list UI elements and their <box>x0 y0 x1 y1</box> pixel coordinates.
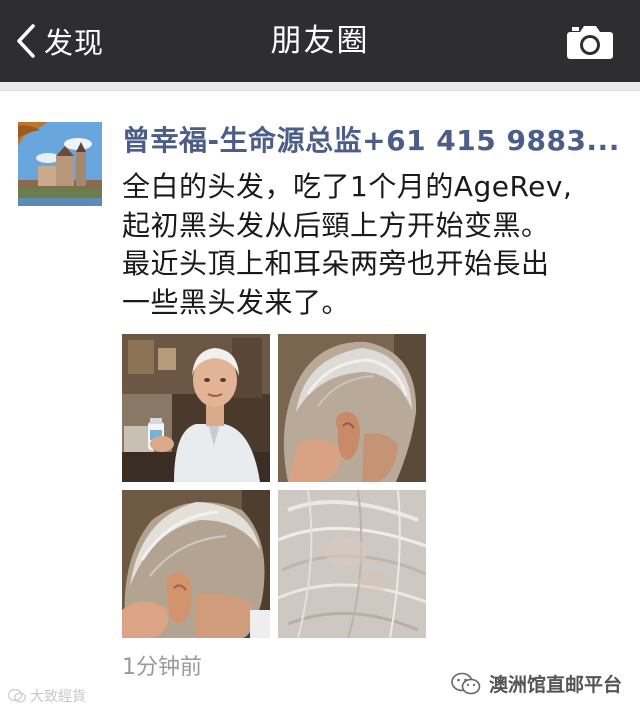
watermark-right-text: 澳洲馆直邮平台 <box>488 674 622 696</box>
post-photo-4[interactable] <box>278 490 426 638</box>
camera-icon <box>567 26 613 59</box>
wechat-icon <box>451 672 481 694</box>
page-title: 朋友圈 <box>270 23 370 59</box>
camera-button[interactable] <box>566 22 614 64</box>
watermark-right: 澳洲馆直邮平台 <box>451 670 622 697</box>
post-photo-1[interactable] <box>122 334 270 482</box>
navigation-bar: 发现 朋友圈 <box>0 0 640 82</box>
post-text: 全白的头发，吃了1个月的AgeRev, 起初黑头发从后頸上方开始变黑。 最近头頂… <box>122 168 622 322</box>
post-photo-3[interactable] <box>122 490 270 638</box>
post-author-name[interactable]: 曾幸福-生命源总监+61 415 9883... <box>122 120 622 162</box>
post-timestamp: 1分钟前 <box>122 655 202 680</box>
post-text-line: 起初黑头发从后頸上方开始变黑。 <box>122 208 550 242</box>
post-text-line: 全白的头发，吃了1个月的AgeRev, <box>122 170 573 203</box>
avatar[interactable] <box>18 122 102 206</box>
post-photo-2[interactable] <box>278 334 426 482</box>
header-divider <box>0 82 640 90</box>
watermark-left-text: 大致經貨 <box>30 689 86 705</box>
post-text-line: 最近头頂上和耳朵两旁也开始長出 <box>122 247 550 280</box>
wechat-icon <box>8 689 26 703</box>
watermark-left: 大致經貨 <box>8 686 86 706</box>
post-text-line: 一些黑头发来了。 <box>122 285 351 319</box>
divider-line <box>0 90 640 91</box>
